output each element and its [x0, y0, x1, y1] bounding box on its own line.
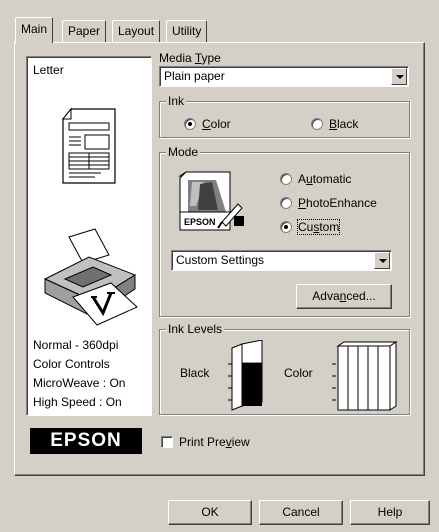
help-button[interactable]: Help: [350, 500, 430, 525]
cancel-button[interactable]: Cancel: [259, 500, 343, 525]
status-color-controls: Color Controls: [33, 357, 110, 371]
printer-icon: [43, 228, 138, 326]
print-preview-checkbox[interactable]: Print Preview: [161, 435, 250, 449]
tab-paper[interactable]: Paper: [62, 20, 107, 42]
radio-empty-icon: [280, 196, 292, 209]
custom-settings-dropdown[interactable]: Custom Settings: [171, 250, 392, 271]
ink-levels-legend: Ink Levels: [166, 322, 225, 336]
advanced-button[interactable]: Advanced...: [296, 284, 392, 309]
black-ink-gauge: [228, 340, 263, 411]
mode-automatic-radio[interactable]: Automatic: [280, 172, 351, 186]
ok-button[interactable]: OK: [168, 500, 252, 525]
mode-legend: Mode: [166, 145, 201, 159]
ink-black-radio[interactable]: Black: [311, 117, 358, 131]
tab-layout[interactable]: Layout: [112, 20, 161, 42]
tab-utility[interactable]: Utility: [166, 20, 208, 42]
media-type-label: Media Type: [159, 51, 221, 65]
status-resolution: Normal - 360dpi: [33, 338, 119, 352]
tab-layout-label: Layout: [118, 24, 155, 38]
document-icon: [61, 107, 116, 184]
status-high-speed: High Speed : On: [33, 395, 122, 409]
custom-settings-value: Custom Settings: [176, 253, 265, 267]
radio-empty-icon: [311, 117, 323, 130]
ink-legend: Ink: [166, 94, 187, 108]
radio-selected-icon: [184, 117, 196, 130]
custom-mode-icon: EPSON: [178, 171, 244, 231]
radio-selected-icon: [280, 220, 292, 233]
mode-photoenhance-radio[interactable]: PhotoEnhance: [280, 196, 377, 210]
chevron-down-icon[interactable]: [391, 68, 407, 85]
media-type-dropdown[interactable]: Plain paper: [159, 66, 409, 87]
color-ink-gauge: [332, 341, 398, 411]
checkbox-unchecked-icon: [161, 435, 173, 448]
color-ink-label: Color: [284, 366, 313, 380]
tab-main[interactable]: Main: [15, 17, 54, 43]
mode-custom-label: Custom: [296, 219, 341, 235]
status-microweave: MicroWeave : On: [33, 376, 126, 390]
custom-mode-brand: EPSON: [184, 217, 216, 227]
radio-empty-icon: [280, 172, 292, 185]
media-type-value: Plain paper: [164, 69, 225, 83]
ink-color-radio[interactable]: Color: [184, 117, 231, 131]
mode-custom-radio[interactable]: Custom: [280, 219, 341, 235]
black-ink-fill: [242, 362, 262, 406]
paper-size-label: Letter: [33, 63, 64, 77]
tab-main-label: Main: [21, 22, 48, 36]
tab-paper-label: Paper: [68, 24, 101, 38]
epson-logo: EPSON: [30, 428, 142, 454]
tab-utility-label: Utility: [172, 24, 202, 38]
settings-preview-pane: Letter Normal - 360dpi Color Controls Mi…: [26, 56, 152, 416]
chevron-down-icon[interactable]: [374, 252, 390, 269]
black-ink-label: Black: [180, 366, 210, 380]
